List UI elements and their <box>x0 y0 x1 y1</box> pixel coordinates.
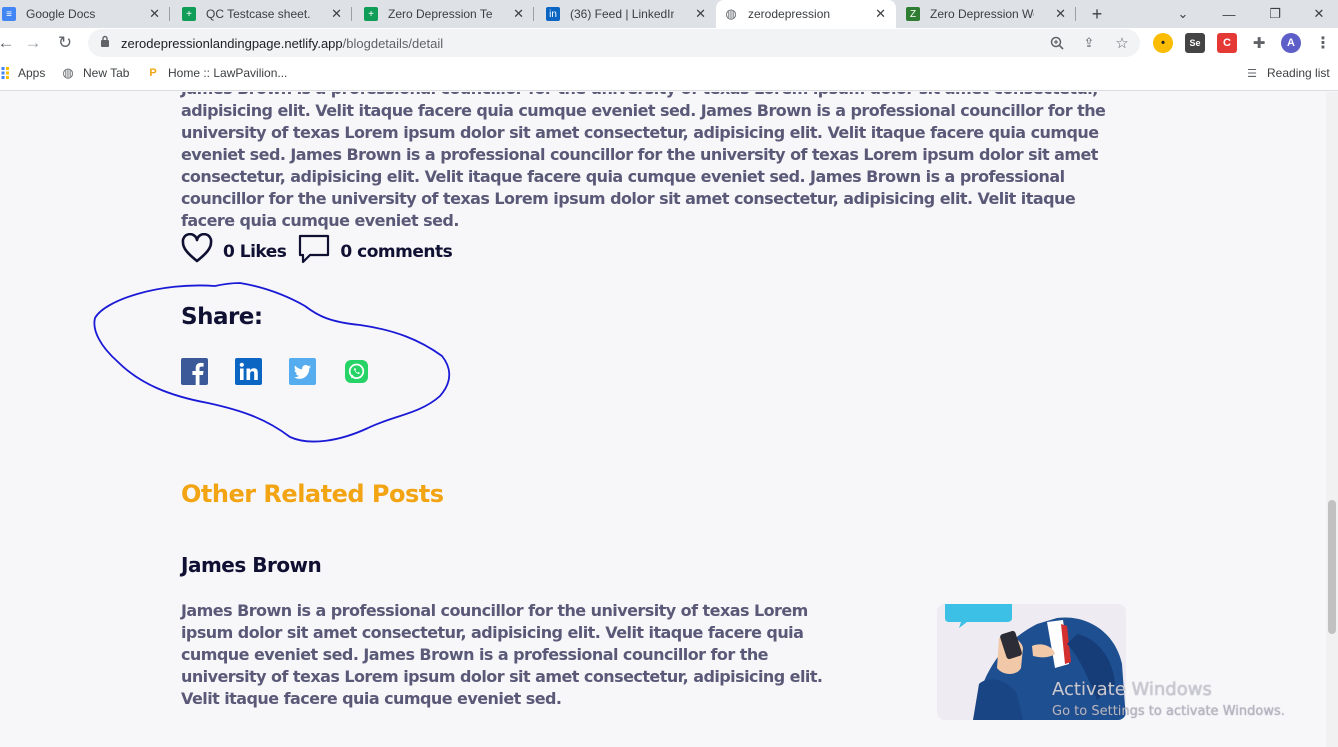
forward-arrow-icon[interactable]: → <box>21 32 45 54</box>
facebook-icon <box>181 358 208 385</box>
reload-icon[interactable]: ↻ <box>53 32 77 54</box>
linkedin-share-button[interactable] <box>235 358 262 385</box>
likes-count: 0 Likes <box>223 241 287 262</box>
page-scrollbar[interactable] <box>1326 92 1338 747</box>
share-page-icon[interactable]: ⇪ <box>1080 34 1098 52</box>
facebook-share-button[interactable] <box>181 358 208 385</box>
back-arrow-icon[interactable]: ← <box>0 32 18 54</box>
lock-icon[interactable] <box>100 35 110 53</box>
related-post-author[interactable]: James Brown <box>181 553 322 577</box>
scrollbar-thumb[interactable] <box>1328 500 1336 634</box>
close-window-button[interactable]: ✕ <box>1296 0 1338 28</box>
related-post-excerpt: James Brown is a professional councillor… <box>181 601 823 708</box>
globe-icon: ◍ <box>725 6 737 21</box>
article-body: James Brown is a professional councillor… <box>181 92 1106 230</box>
globe-icon: ◍ <box>62 65 74 80</box>
bookmark-star-icon[interactable]: ☆ <box>1113 34 1131 52</box>
browser-toolbar: ← → ↻ zerodepressionlandingpage.netlify.… <box>0 28 1338 58</box>
url-text: zerodepressionlandingpage.netlify.app/bl… <box>121 36 444 51</box>
reading-list-button[interactable]: ☰ Reading list <box>1245 66 1330 80</box>
avatar[interactable]: A <box>1281 33 1301 53</box>
bookmark-apps[interactable]: Apps <box>0 66 45 80</box>
bookmark-lawpavilion[interactable]: P Home :: LawPavilion... <box>146 66 287 80</box>
bookmark-new-tab[interactable]: ◍ New Tab <box>61 65 129 80</box>
linkedin-icon: in <box>546 7 560 21</box>
tab-google-docs[interactable]: ≡ Google Docs ✕ <box>0 0 170 28</box>
linkedin-icon <box>235 358 262 385</box>
zoom-icon[interactable] <box>1048 34 1066 52</box>
windows-activation-watermark: Activate Windows Go to Settings to activ… <box>1052 679 1285 719</box>
close-icon[interactable]: ✕ <box>875 6 886 22</box>
tab-linkedin[interactable]: in (36) Feed | LinkedIn ✕ <box>538 0 716 28</box>
zd-icon: Z <box>906 7 920 21</box>
close-icon[interactable]: ✕ <box>1055 6 1066 22</box>
close-icon[interactable]: ✕ <box>513 6 524 22</box>
reading-list-icon: ☰ <box>1247 67 1257 80</box>
minimize-button[interactable]: — <box>1206 0 1252 28</box>
restore-button[interactable]: ❐ <box>1252 0 1298 28</box>
menu-dots-icon[interactable]: ⋮ <box>1313 33 1333 53</box>
extension-yellow-icon[interactable]: • <box>1153 33 1173 53</box>
apps-grid-icon <box>0 66 10 80</box>
comments-count: 0 comments <box>340 241 453 262</box>
close-icon[interactable]: ✕ <box>331 6 342 22</box>
tab-search-chevron-icon[interactable]: ⌄ <box>1160 0 1206 28</box>
new-tab-button[interactable]: + <box>1076 0 1118 28</box>
whatsapp-share-button[interactable] <box>343 358 370 385</box>
lawpavilion-icon: P <box>149 67 157 79</box>
tab-qc-testcase[interactable]: + QC Testcase sheet.xlsx ✕ <box>174 0 352 28</box>
tab-bar: ≡ Google Docs ✕ + QC Testcase sheet.xlsx… <box>0 0 1338 28</box>
sheets-icon: + <box>364 7 378 21</box>
tab-zero-depression-test[interactable]: + Zero Depression Test C ✕ <box>356 0 534 28</box>
extension-red-icon[interactable]: C <box>1217 33 1237 53</box>
twitter-share-button[interactable] <box>289 358 316 385</box>
extensions-puzzle-icon[interactable]: ✚ <box>1249 33 1269 53</box>
close-icon[interactable]: ✕ <box>695 6 706 22</box>
post-stats: 0 Likes 0 comments <box>181 232 464 270</box>
address-bar[interactable]: zerodepressionlandingpage.netlify.app/bl… <box>88 29 1140 57</box>
twitter-icon <box>289 358 316 385</box>
comment-icon[interactable] <box>298 233 330 270</box>
tab-zero-depression-website[interactable]: Z Zero Depression Websi ✕ <box>898 0 1076 28</box>
tab-zerodepression[interactable]: ◍ zerodepression ✕ <box>716 0 896 28</box>
sheets-icon: + <box>182 7 196 21</box>
selenium-extension-icon[interactable]: Se <box>1185 33 1205 53</box>
related-posts-heading: Other Related Posts <box>181 480 444 508</box>
share-heading: Share: <box>181 304 263 330</box>
close-icon[interactable]: ✕ <box>149 6 160 22</box>
heart-icon[interactable] <box>181 232 213 270</box>
page-content: James Brown is a professional councillor… <box>0 92 1338 747</box>
bookmarks-bar: Apps ◍ New Tab P Home :: LawPavilion... … <box>0 58 1338 91</box>
docs-icon: ≡ <box>2 7 16 21</box>
whatsapp-icon <box>345 360 368 383</box>
